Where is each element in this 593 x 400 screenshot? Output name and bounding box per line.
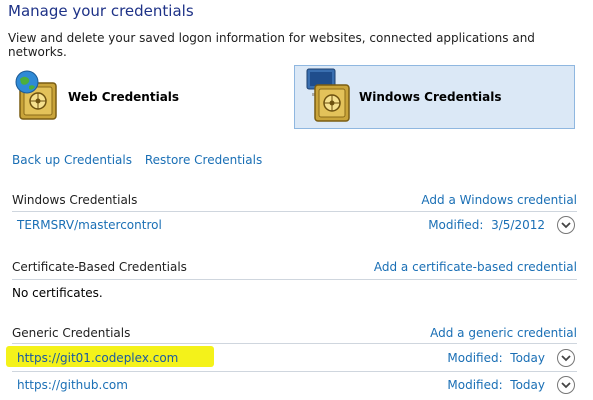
modified-date: Today bbox=[510, 378, 545, 392]
modified-info: Modified: Today bbox=[447, 378, 545, 392]
credential-name[interactable]: TERMSRV/mastercontrol bbox=[17, 218, 162, 232]
add-windows-credential-link[interactable]: Add a Windows credential bbox=[421, 193, 577, 207]
web-credentials-tab[interactable]: Web Credentials bbox=[12, 65, 282, 129]
add-certificate-credential-link[interactable]: Add a certificate-based credential bbox=[374, 260, 577, 274]
web-credentials-label: Web Credentials bbox=[68, 90, 180, 104]
divider bbox=[12, 279, 577, 280]
modified-label: Modified: bbox=[447, 351, 503, 365]
chevron-down-icon[interactable] bbox=[557, 216, 575, 234]
credential-row[interactable]: https://git01.codeplex.com Modified: Tod… bbox=[12, 349, 577, 371]
chevron-down-icon[interactable] bbox=[557, 376, 575, 394]
chevron-down-icon[interactable] bbox=[557, 349, 575, 367]
modified-date: 3/5/2012 bbox=[491, 218, 545, 232]
page-subtitle: View and delete your saved logon informa… bbox=[8, 31, 535, 59]
modified-date: Today bbox=[510, 351, 545, 365]
section-heading: Certificate-Based Credentials bbox=[12, 260, 187, 274]
modified-label: Modified: bbox=[447, 378, 503, 392]
modified-info: Modified: 3/5/2012 bbox=[428, 218, 545, 232]
credential-name[interactable]: https://git01.codeplex.com bbox=[17, 351, 178, 365]
page-title: Manage your credentials bbox=[8, 2, 194, 20]
section-heading: Windows Credentials bbox=[12, 193, 138, 207]
modified-label: Modified: bbox=[428, 218, 484, 232]
windows-credentials-label: Windows Credentials bbox=[359, 90, 502, 104]
divider bbox=[12, 211, 577, 212]
divider bbox=[12, 343, 577, 344]
windows-credentials-tab[interactable]: Windows Credentials bbox=[294, 65, 575, 129]
divider bbox=[12, 371, 577, 372]
no-certificates-text: No certificates. bbox=[12, 286, 103, 300]
monitor-vault-icon bbox=[303, 67, 353, 127]
credential-row[interactable]: https://github.com Modified: Today bbox=[12, 376, 577, 398]
generic-credentials-section-header: Generic Credentials Add a generic creden… bbox=[12, 326, 577, 344]
credential-name[interactable]: https://github.com bbox=[17, 378, 128, 392]
add-generic-credential-link[interactable]: Add a generic credential bbox=[430, 326, 577, 340]
restore-credentials-link[interactable]: Restore Credentials bbox=[145, 153, 262, 167]
backup-restore-links: Back up Credentials Restore Credentials bbox=[12, 153, 271, 167]
section-heading: Generic Credentials bbox=[12, 326, 131, 340]
windows-credentials-section-header: Windows Credentials Add a Windows creden… bbox=[12, 193, 577, 211]
certificate-credentials-section-header: Certificate-Based Credentials Add a cert… bbox=[12, 260, 577, 278]
modified-info: Modified: Today bbox=[447, 351, 545, 365]
credential-row[interactable]: TERMSRV/mastercontrol Modified: 3/5/2012 bbox=[12, 216, 577, 238]
backup-credentials-link[interactable]: Back up Credentials bbox=[12, 153, 132, 167]
globe-vault-icon bbox=[12, 69, 62, 125]
